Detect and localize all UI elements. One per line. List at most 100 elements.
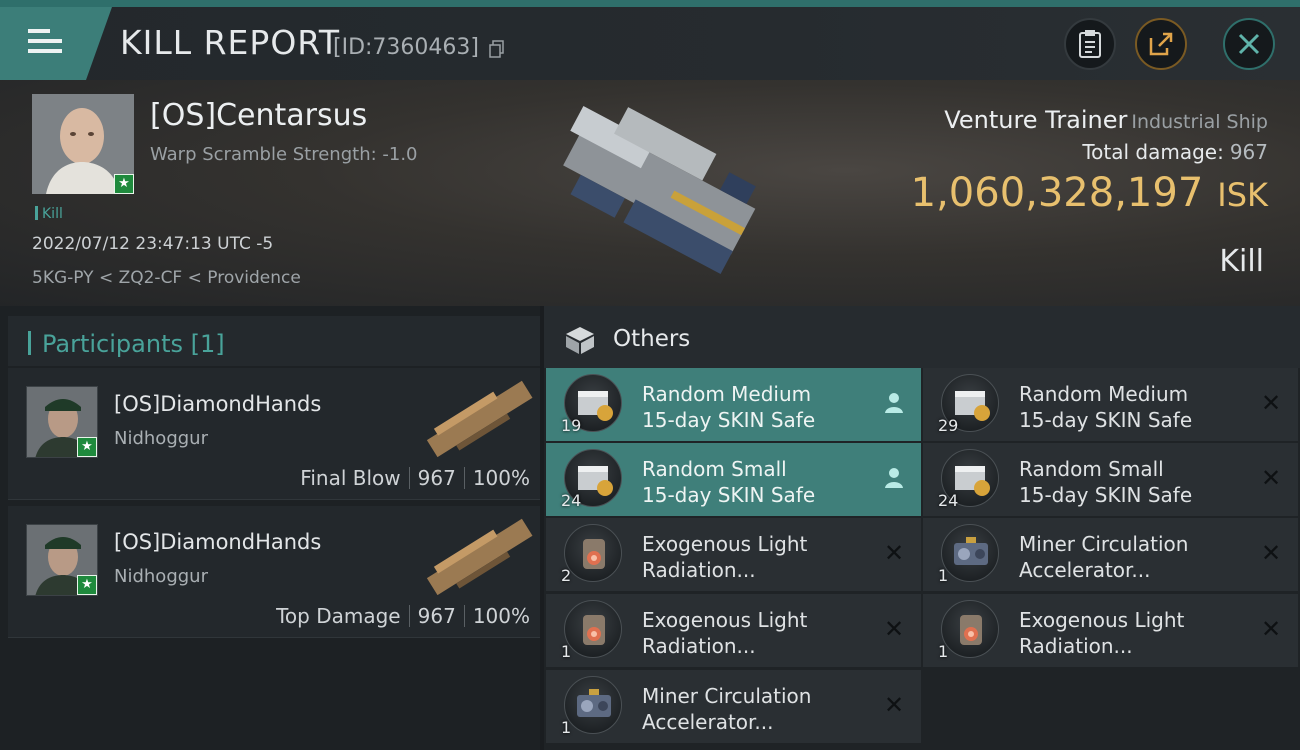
participants-label: Participants [1] (42, 330, 225, 358)
avatar[interactable]: ★ (26, 386, 98, 458)
item-name-line1: Random Small (642, 457, 787, 481)
item-name-line1: Random Medium (642, 382, 812, 406)
item-name-line2: 15-day SKIN Safe (642, 408, 816, 432)
others-label: Others (613, 326, 691, 352)
item-card[interactable]: 1 Exogenous Light Radiation... ✕ (923, 594, 1298, 667)
total-damage: Total damage: 967 (1082, 140, 1268, 164)
divider (408, 467, 410, 489)
victim-ship-image[interactable] (520, 90, 790, 300)
participant-role: Top Damage (276, 604, 401, 628)
item-card[interactable]: 1 Miner Circulation Accelerator... ✕ (546, 670, 921, 743)
item-name: Miner Circulation Accelerator... (642, 683, 811, 735)
item-name-line2: Accelerator... (1019, 558, 1151, 582)
item-name: Exogenous Light Radiation... (642, 607, 807, 659)
participant-ship-image[interactable] (416, 512, 540, 604)
divider (463, 467, 465, 489)
radiation-module-icon (564, 600, 622, 658)
participant-ship-image[interactable] (416, 374, 540, 466)
participant-name: [OS]DiamondHands (114, 392, 322, 416)
victim-portrait[interactable]: ★ (32, 94, 134, 194)
share-button[interactable] (1135, 18, 1187, 70)
top-accent-line (0, 0, 1300, 7)
participant-percent: 100% (472, 466, 530, 490)
item-name-line2: 15-day SKIN Safe (1019, 483, 1193, 507)
destroyed-x-icon: ✕ (883, 691, 905, 719)
participant-row[interactable]: ★ [OS]DiamondHands Nidhoggur Final Blow 9… (8, 368, 540, 500)
menu-button[interactable] (0, 7, 112, 80)
item-quantity: 29 (938, 416, 959, 435)
others-header: Others (544, 306, 1300, 368)
participant-role: Final Blow (300, 466, 401, 490)
kill-tag: Kill (35, 206, 63, 222)
item-card[interactable]: 19 Random Medium 15-day SKIN Safe (546, 368, 921, 441)
isk-amount: 1,060,328,197 (910, 170, 1204, 216)
item-name: Random Medium 15-day SKIN Safe (642, 381, 815, 433)
miner-accelerator-icon (941, 524, 999, 582)
star-icon: ★ (77, 575, 97, 595)
isk-unit: ISK (1217, 176, 1268, 214)
item-name-line2: 15-day SKIN Safe (642, 483, 816, 507)
item-card[interactable]: 1 Miner Circulation Accelerator... ✕ (923, 518, 1298, 591)
destroyed-x-icon: ✕ (1260, 615, 1282, 643)
clipboard-button[interactable] (1064, 18, 1116, 70)
copy-icon[interactable] (489, 40, 505, 58)
item-card[interactable]: 1 Exogenous Light Radiation... ✕ (546, 594, 921, 667)
item-quantity: 2 (561, 566, 572, 585)
miner-accelerator-icon (564, 676, 622, 734)
item-card[interactable]: 24 Random Small 15-day SKIN Safe ✕ (923, 443, 1298, 516)
kill-result: Kill (1219, 244, 1264, 279)
item-name: Exogenous Light Radiation... (642, 531, 807, 583)
item-name-line1: Random Small (1019, 457, 1164, 481)
participant-damage: 967 (417, 466, 456, 490)
destroyed-x-icon: ✕ (1260, 389, 1282, 417)
destroyed-x-icon: ✕ (883, 539, 905, 567)
item-grid: 19 Random Medium 15-day SKIN Safe 29 Rand… (544, 368, 1300, 750)
item-name: Random Small 15-day SKIN Safe (642, 456, 815, 508)
item-quantity: 19 (561, 416, 582, 435)
destroyed-x-icon: ✕ (1260, 539, 1282, 567)
victim-ship-name[interactable]: Venture Trainer Industrial Ship (944, 106, 1268, 134)
ship-name-text: Venture Trainer (944, 106, 1128, 134)
divider (463, 605, 465, 627)
item-name-line1: Exogenous Light (1019, 608, 1185, 632)
kill-location[interactable]: 5KG-PY < ZQ2-CF < Providence (32, 268, 301, 288)
victim-panel: ★ [OS]Centarsus Warp Scramble Strength: … (0, 80, 1300, 306)
item-name-line1: Exogenous Light (642, 532, 808, 556)
item-name: Miner Circulation Accelerator... (1019, 531, 1188, 583)
item-card[interactable]: 2 Exogenous Light Radiation... ✕ (546, 518, 921, 591)
star-icon: ★ (114, 174, 134, 194)
item-quantity: 24 (561, 491, 582, 510)
ship-class: Industrial Ship (1131, 111, 1268, 133)
participant-name: [OS]DiamondHands (114, 530, 322, 554)
participant-damage: 967 (417, 604, 456, 628)
cargo-box-icon (566, 327, 594, 354)
item-name-line2: Radiation... (1019, 634, 1133, 658)
victim-name[interactable]: [OS]Centarsus (150, 98, 367, 133)
item-name-line1: Random Medium (1019, 382, 1189, 406)
item-card[interactable]: 29 Random Medium 15-day SKIN Safe ✕ (923, 368, 1298, 441)
radiation-module-icon (564, 524, 622, 582)
participant-stats: Top Damage 967 100% (276, 604, 530, 628)
item-quantity: 1 (561, 642, 572, 661)
item-name-line2: Radiation... (642, 558, 756, 582)
participant-ship: Nidhoggur (114, 566, 208, 587)
participant-ship: Nidhoggur (114, 428, 208, 449)
avatar[interactable]: ★ (26, 524, 98, 596)
participant-row[interactable]: ★ [OS]DiamondHands Nidhoggur Top Damage 9… (8, 506, 540, 638)
item-name-line2: Radiation... (642, 634, 756, 658)
item-name-line1: Miner Circulation (642, 684, 812, 708)
item-card[interactable]: 24 Random Small 15-day SKIN Safe (546, 443, 921, 516)
participant-stats: Final Blow 967 100% (300, 466, 530, 490)
total-damage-label: Total damage: (1082, 140, 1224, 164)
close-button[interactable] (1223, 18, 1275, 70)
item-name-line1: Miner Circulation (1019, 532, 1189, 556)
item-quantity: 1 (938, 566, 949, 585)
header-bar: KILL REPORT [ID:7360463] (0, 7, 1300, 80)
item-name-line2: 15-day SKIN Safe (1019, 408, 1193, 432)
total-damage-value: 967 (1229, 140, 1268, 164)
participant-percent: 100% (472, 604, 530, 628)
participants-header: Participants [1] (8, 316, 540, 366)
isk-value: 1,060,328,197 ISK (911, 170, 1268, 216)
hamburger-icon (28, 29, 62, 59)
item-quantity: 1 (938, 642, 949, 661)
